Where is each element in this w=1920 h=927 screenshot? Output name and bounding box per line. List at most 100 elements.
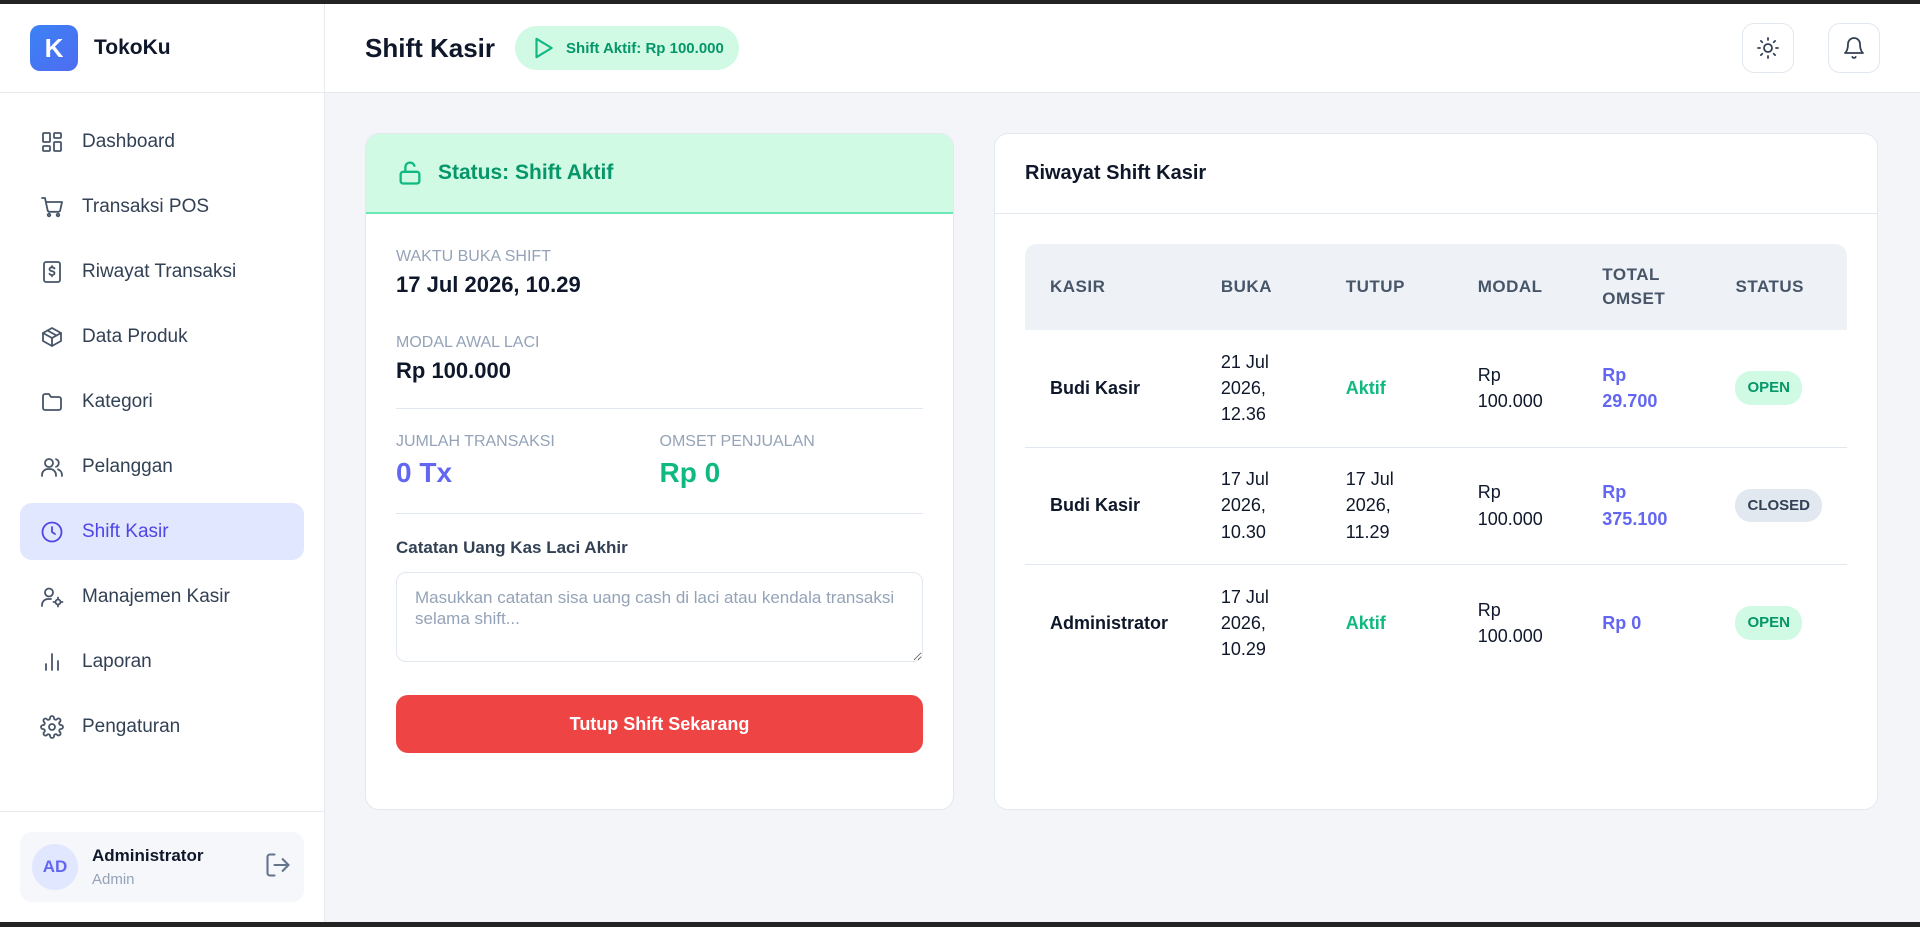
sidebar-item-manajemen-kasir[interactable]: Manajemen Kasir: [20, 568, 304, 625]
logout-button[interactable]: [264, 851, 292, 884]
tx-value: 0 Tx: [396, 457, 453, 488]
users-icon: [41, 457, 63, 477]
sidebar-item-shift-kasir[interactable]: Shift Kasir: [20, 503, 304, 560]
cell-kasir: Administrator: [1050, 612, 1169, 633]
shift-history-card: Riwayat Shift Kasir KASIR BUKA TUTUP MOD…: [994, 133, 1878, 810]
tx-label: JUMLAH TRANSAKSI: [396, 433, 555, 450]
sidebar-item-pengaturan[interactable]: Pengaturan: [20, 698, 304, 755]
cell-omset: Rp 29.700: [1577, 330, 1711, 448]
cell-kasir: Budi Kasir: [1025, 447, 1196, 565]
cell-status: CLOSED: [1710, 447, 1847, 565]
column-header: TUTUP: [1345, 277, 1405, 297]
cell-buka: 17 Jul 2026, 10.29: [1220, 586, 1269, 659]
logout-icon: [266, 852, 290, 877]
brand[interactable]: K TokoKu: [0, 4, 324, 93]
sidebar-item-label: Shift Kasir: [82, 520, 169, 542]
user-name: Administrator: [92, 846, 204, 865]
sidebar-item-label: Transaksi POS: [82, 195, 210, 217]
user-cog-icon: [41, 587, 64, 607]
active-shift-card: Status: Shift Aktif WAKTU BUKA SHIFT 17 …: [365, 133, 954, 810]
shift-status-text: Status: Shift Aktif: [438, 161, 614, 184]
box-icon: [42, 326, 62, 347]
shift-card-body: WAKTU BUKA SHIFT 17 Jul 2026, 10.29 MODA…: [366, 214, 953, 783]
cell-buka: 17 Jul 2026, 10.30: [1195, 447, 1321, 565]
bar-chart-icon: [45, 652, 59, 671]
cell-kasir: Budi Kasir: [1025, 330, 1196, 448]
table-row[interactable]: Budi Kasir 21 Jul 2026, 12.36 Aktif Rp 1…: [1025, 330, 1847, 448]
note-label: Catatan Uang Kas Laci Akhir: [396, 538, 628, 557]
shift-history-title: Riwayat Shift Kasir: [995, 134, 1877, 214]
main-area: Shift Kasir Shift Aktif: Rp 100.000 Stat…: [325, 4, 1920, 922]
shift-history-table: KASIR BUKA TUTUP MODAL TOTAL OMSET STATU…: [1025, 244, 1847, 681]
cell-buka: 21 Jul 2026, 12.36: [1195, 330, 1321, 448]
shift-status-badge: Shift Aktif: Rp 100.000: [515, 26, 739, 70]
column-header: MODAL: [1477, 277, 1543, 297]
theme-toggle-button[interactable]: [1742, 23, 1794, 73]
sidebar-item-label: Kategori: [82, 390, 153, 412]
status-badge: OPEN: [1735, 371, 1802, 406]
app-logo: K: [30, 25, 78, 71]
shift-stats: JUMLAH TRANSAKSI 0 Tx OMSET PENJUALAN Rp…: [396, 433, 923, 489]
status-badge: CLOSED: [1735, 488, 1822, 523]
close-shift-button[interactable]: Tutup Shift Sekarang: [396, 695, 923, 753]
column-header: BUKA: [1220, 277, 1272, 297]
column-header: TOTAL OMSET: [1602, 265, 1666, 308]
sidebar: K TokoKu Dashboard Transaksi POS Riwayat…: [0, 4, 325, 922]
notifications-button[interactable]: [1828, 23, 1880, 73]
app-window: K TokoKu Dashboard Transaksi POS Riwayat…: [0, 4, 1920, 922]
user-section: AD Administrator Admin: [0, 811, 324, 922]
sidebar-item-pelanggan[interactable]: Pelanggan: [20, 438, 304, 495]
sidebar-item-laporan[interactable]: Laporan: [20, 633, 304, 690]
cart-icon: [41, 196, 63, 217]
cell-omset: Rp 375.100: [1577, 447, 1711, 565]
sidebar-item-transaksi-pos[interactable]: Transaksi POS: [20, 178, 304, 235]
receipt-icon: [43, 260, 61, 283]
shift-status-header: Status: Shift Aktif: [366, 134, 953, 214]
open-time-value: 17 Jul 2026, 10.29: [396, 272, 581, 297]
sidebar-item-label: Riwayat Transaksi: [82, 260, 237, 282]
user-role: Admin: [92, 871, 135, 888]
topbar: Shift Kasir Shift Aktif: Rp 100.000: [325, 4, 1920, 93]
sidebar-item-data-produk[interactable]: Data Produk: [20, 308, 304, 365]
gear-icon: [40, 714, 64, 739]
cell-tutup: Aktif: [1345, 612, 1386, 633]
column-header: STATUS: [1735, 277, 1804, 297]
table-row[interactable]: Budi Kasir 17 Jul 2026, 10.30 17 Jul 202…: [1025, 447, 1847, 565]
sidebar-nav: Dashboard Transaksi POS Riwayat Transaks…: [0, 93, 324, 811]
page-title: Shift Kasir: [365, 32, 496, 63]
omset-value: Rp 0: [659, 457, 721, 488]
folder-icon: [42, 392, 62, 411]
avatar: AD: [32, 844, 78, 890]
status-badge: OPEN: [1735, 605, 1802, 640]
open-time-label: WAKTU BUKA SHIFT: [396, 248, 551, 265]
closing-note-input[interactable]: [396, 572, 923, 662]
sidebar-item-riwayat-transaksi[interactable]: Riwayat Transaksi: [20, 243, 304, 300]
sidebar-item-kategori[interactable]: Kategori: [20, 373, 304, 430]
cell-modal: Rp 100.000: [1477, 599, 1543, 646]
omset-label: OMSET PENJUALAN: [659, 433, 815, 450]
cell-tutup: Aktif: [1320, 330, 1453, 448]
sidebar-item-dashboard[interactable]: Dashboard: [20, 113, 304, 170]
unlock-icon: [399, 161, 421, 185]
sidebar-item-label: Laporan: [82, 650, 152, 672]
table-wrap: KASIR BUKA TUTUP MODAL TOTAL OMSET STATU…: [995, 214, 1877, 681]
table-row[interactable]: Administrator 17 Jul 2026, 10.29 Aktif R…: [1025, 564, 1847, 681]
cell-omset: Rp 0: [1602, 612, 1642, 633]
divider: [396, 408, 923, 409]
modal-label: MODAL AWAL LACI: [396, 334, 540, 351]
sun-icon: [1757, 37, 1779, 59]
column-header: KASIR: [1050, 277, 1106, 297]
bell-icon: [1844, 37, 1864, 59]
modal-value: Rp 100.000: [396, 358, 511, 383]
cell-modal: Rp 100.000: [1452, 447, 1578, 565]
sidebar-item-label: Pengaturan: [82, 715, 181, 737]
divider: [396, 513, 923, 514]
sidebar-item-label: Data Produk: [82, 325, 188, 347]
cell-modal: Rp 100.000: [1452, 330, 1578, 448]
user-card: AD Administrator Admin: [20, 832, 304, 902]
sidebar-item-label: Manajemen Kasir: [82, 585, 230, 607]
cell-tutup: 17 Jul 2026, 11.29: [1320, 447, 1453, 565]
dashboard-icon: [42, 131, 62, 152]
app-name: TokoKu: [94, 36, 171, 59]
